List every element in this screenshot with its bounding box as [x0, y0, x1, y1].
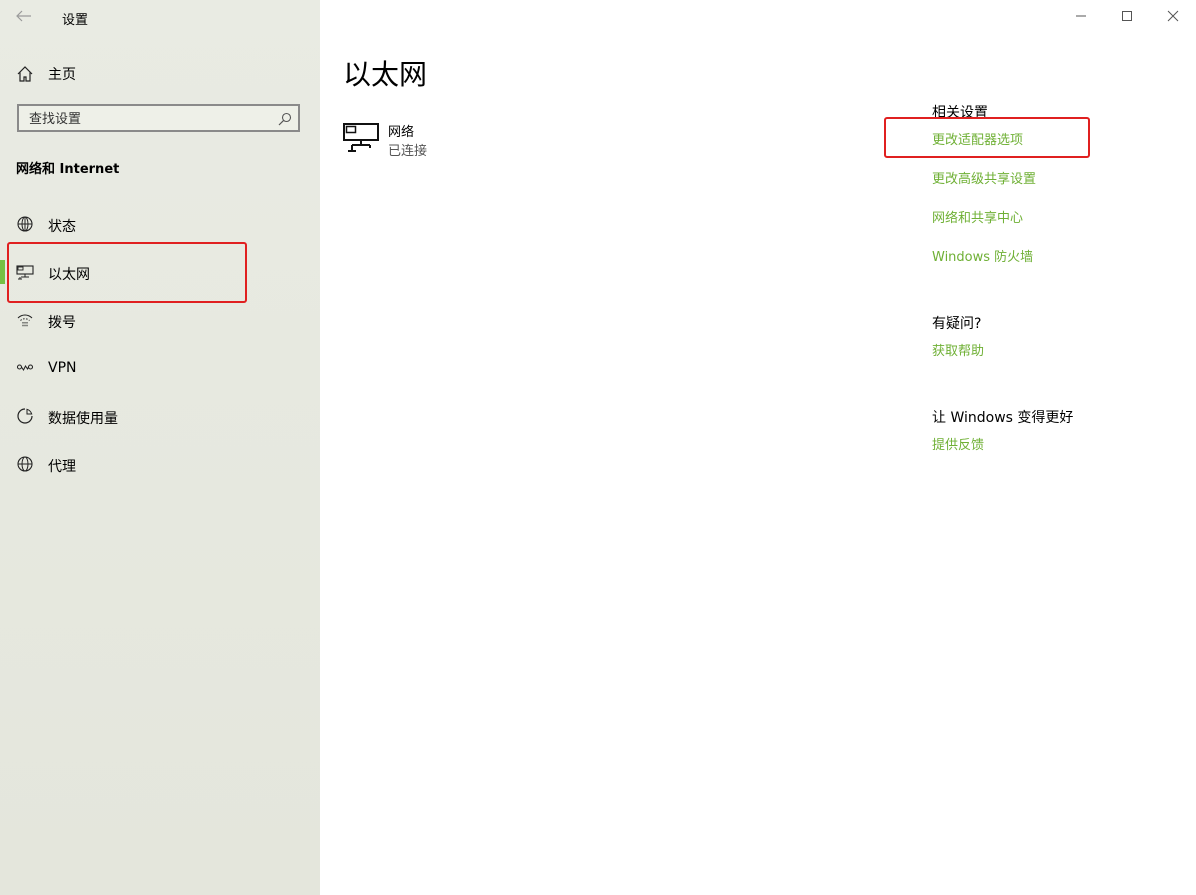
- sidebar: 设置 主页 网络和 Internet 状态: [0, 0, 320, 895]
- help-heading: 有疑问?: [932, 316, 982, 332]
- active-indicator: [0, 260, 5, 284]
- minimize-icon: [1076, 15, 1086, 17]
- sidebar-item-data-usage[interactable]: 数据使用量: [0, 392, 320, 440]
- sidebar-item-home[interactable]: 主页: [0, 55, 320, 91]
- back-arrow-icon: [16, 10, 31, 22]
- close-button[interactable]: [1150, 0, 1196, 32]
- highlight-box: [7, 242, 247, 303]
- vpn-icon: [16, 364, 34, 371]
- globe-icon: [17, 456, 33, 472]
- search-icon[interactable]: [278, 112, 292, 126]
- search-input[interactable]: [27, 109, 271, 129]
- sidebar-item-label: 数据使用量: [48, 411, 118, 427]
- back-button[interactable]: [12, 4, 36, 28]
- dialup-icon: [17, 314, 33, 327]
- network-item[interactable]: 网络 已连接: [343, 118, 543, 162]
- section-title: 网络和 Internet: [16, 162, 120, 177]
- search-box[interactable]: [17, 104, 300, 132]
- close-icon: [1167, 10, 1179, 22]
- sidebar-item-label: 状态: [48, 219, 76, 235]
- windows-firewall-link[interactable]: Windows 防火墙: [932, 246, 1033, 265]
- sidebar-item-status[interactable]: 状态: [0, 200, 320, 248]
- sidebar-item-vpn[interactable]: VPN: [0, 344, 320, 392]
- sidebar-item-label: 主页: [48, 67, 76, 83]
- sidebar-item-label: 代理: [48, 459, 76, 475]
- app-title: 设置: [62, 13, 89, 28]
- page-title: 以太网: [343, 58, 428, 91]
- globe-status-icon: [17, 216, 33, 232]
- network-status: 已连接: [388, 144, 428, 159]
- sidebar-item-proxy[interactable]: 代理: [0, 440, 320, 488]
- feedback-heading: 让 Windows 变得更好: [932, 410, 1074, 426]
- home-icon: [17, 66, 33, 82]
- minimize-button[interactable]: [1058, 0, 1104, 32]
- sidebar-item-dialup[interactable]: 拨号: [0, 296, 320, 344]
- advanced-sharing-link[interactable]: 更改高级共享设置: [932, 168, 1036, 187]
- sidebar-item-label: 拨号: [48, 315, 76, 331]
- sidebar-item-label: VPN: [48, 360, 77, 376]
- ethernet-icon: [343, 123, 379, 152]
- network-sharing-center-link[interactable]: 网络和共享中心: [932, 207, 1023, 226]
- highlight-box: [884, 117, 1090, 158]
- get-help-link[interactable]: 获取帮助: [932, 340, 984, 359]
- network-name: 网络: [388, 125, 415, 140]
- maximize-icon: [1122, 11, 1132, 21]
- give-feedback-link[interactable]: 提供反馈: [932, 434, 984, 453]
- data-usage-icon: [17, 408, 33, 424]
- maximize-button[interactable]: [1104, 0, 1150, 32]
